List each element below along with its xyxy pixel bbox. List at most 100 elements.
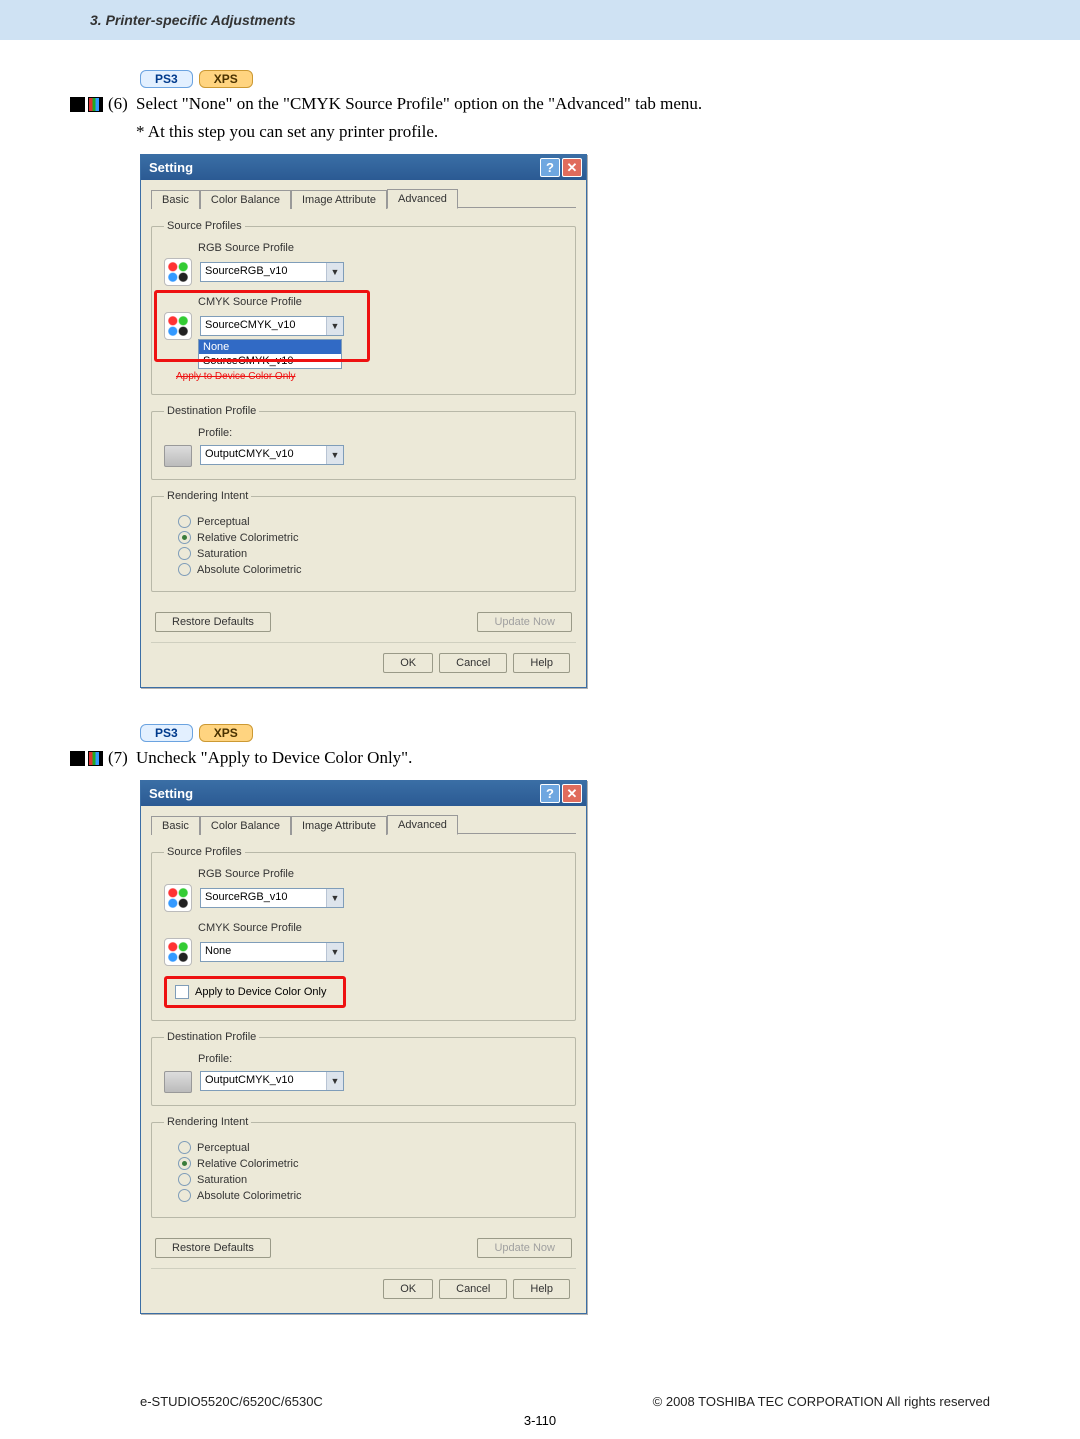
ok-button[interactable]: OK (383, 1279, 433, 1299)
footer-right: © 2008 TOSHIBA TEC CORPORATION All right… (653, 1394, 990, 1409)
radio-perceptual[interactable]: Perceptual (178, 1141, 563, 1154)
printer-icon (164, 1071, 192, 1093)
color-stripes-icon (88, 751, 103, 766)
radio-saturation[interactable]: Saturation (178, 1173, 563, 1186)
step-6-note: * At this step you can set any printer p… (136, 122, 990, 142)
apply-device-color-label: Apply to Device Color Only (195, 986, 326, 998)
xps-badge: XPS (199, 70, 253, 88)
footer-left: e-STUDIO5520C/6520C/6530C (140, 1394, 323, 1409)
dialog-title: Setting (149, 786, 193, 801)
page-content: PS3 XPS (6) Select "None" on the "CMYK S… (0, 40, 1080, 1344)
restore-defaults-button[interactable]: Restore Defaults (155, 612, 271, 632)
radio-saturation[interactable]: Saturation (178, 547, 563, 560)
step-number: (6) (108, 94, 136, 114)
help-icon[interactable]: ? (540, 158, 560, 177)
close-icon[interactable]: ✕ (562, 784, 582, 803)
destination-profile-select[interactable]: OutputCMYK_v10 ▼ (200, 445, 344, 465)
rendering-intent-group: Rendering Intent Perceptual Relative Col… (151, 1116, 576, 1218)
source-profiles-legend: Source Profiles (164, 220, 245, 232)
dropdown-item-sourcecmyk[interactable]: SourceCMYK_v10 (199, 354, 341, 368)
rgb-profile-icon (164, 258, 192, 286)
tab-color-balance[interactable]: Color Balance (200, 190, 291, 209)
cancel-button[interactable]: Cancel (439, 653, 507, 673)
radio-absolute[interactable]: Absolute Colorimetric (178, 1189, 563, 1202)
tab-color-balance[interactable]: Color Balance (200, 816, 291, 835)
cmyk-label: CMYK Source Profile (198, 296, 563, 308)
radio-absolute[interactable]: Absolute Colorimetric (178, 563, 563, 576)
destination-profile-legend: Destination Profile (164, 1031, 259, 1043)
tab-image-attribute[interactable]: Image Attribute (291, 816, 387, 835)
tab-strip: Basic Color Balance Image Attribute Adva… (151, 188, 576, 208)
help-button[interactable]: Help (513, 653, 570, 673)
black-box-icon (70, 97, 85, 112)
ps3-badge: PS3 (140, 724, 193, 742)
cmyk-dropdown-list[interactable]: None SourceCMYK_v10 (198, 339, 342, 369)
step-icons (70, 97, 108, 112)
help-icon[interactable]: ? (540, 784, 560, 803)
dialog-titlebar: Setting ? ✕ (141, 781, 586, 806)
source-profiles-legend: Source Profiles (164, 846, 245, 858)
cmyk-profile-icon (164, 938, 192, 966)
profile-label: Profile: (198, 1053, 563, 1065)
badge-row-7: PS3 XPS (140, 724, 990, 742)
step-6: (6) Select "None" on the "CMYK Source Pr… (70, 94, 990, 114)
cmyk-source-select[interactable]: SourceCMYK_v10 ▼ (200, 316, 344, 336)
update-now-button: Update Now (477, 612, 572, 632)
page-number: 3-110 (0, 1413, 1080, 1428)
page-footer: e-STUDIO5520C/6520C/6530C © 2008 TOSHIBA… (0, 1394, 1080, 1409)
printer-icon (164, 445, 192, 467)
tab-advanced[interactable]: Advanced (387, 815, 458, 835)
badge-row-6: PS3 XPS (140, 70, 990, 88)
help-button[interactable]: Help (513, 1279, 570, 1299)
update-now-button: Update Now (477, 1238, 572, 1258)
dialog-titlebar: Setting ? ✕ (141, 155, 586, 180)
rgb-label: RGB Source Profile (198, 868, 563, 880)
chevron-down-icon: ▼ (326, 943, 343, 961)
step-text: Uncheck "Apply to Device Color Only". (136, 748, 412, 768)
radio-perceptual[interactable]: Perceptual (178, 515, 563, 528)
chevron-down-icon: ▼ (326, 263, 343, 281)
rendering-intent-legend: Rendering Intent (164, 490, 251, 502)
tab-strip: Basic Color Balance Image Attribute Adva… (151, 814, 576, 834)
tab-basic[interactable]: Basic (151, 190, 200, 209)
tab-advanced[interactable]: Advanced (387, 189, 458, 209)
radio-relative[interactable]: Relative Colorimetric (178, 1157, 563, 1170)
cmyk-profile-icon (164, 312, 192, 340)
chevron-down-icon: ▼ (326, 1072, 343, 1090)
checkbox-icon (175, 985, 189, 999)
chevron-down-icon: ▼ (326, 889, 343, 907)
cancel-button[interactable]: Cancel (439, 1279, 507, 1299)
rgb-source-select[interactable]: SourceRGB_v10 ▼ (200, 262, 344, 282)
xps-badge: XPS (199, 724, 253, 742)
destination-profile-select[interactable]: OutputCMYK_v10 ▼ (200, 1071, 344, 1091)
color-stripes-icon (88, 97, 103, 112)
chevron-down-icon: ▼ (326, 446, 343, 464)
ps3-badge: PS3 (140, 70, 193, 88)
step-7: (7) Uncheck "Apply to Device Color Only"… (70, 748, 990, 768)
rgb-profile-icon (164, 884, 192, 912)
apply-device-color-checkbox[interactable]: Apply to Device Color Only (164, 976, 346, 1008)
dropdown-item-none[interactable]: None (199, 340, 341, 354)
rgb-label: RGB Source Profile (198, 242, 563, 254)
source-profiles-group: Source Profiles RGB Source Profile Sourc… (151, 220, 576, 395)
destination-profile-group: Destination Profile Profile: OutputCMYK_… (151, 405, 576, 480)
step-icons (70, 751, 108, 766)
rgb-source-select[interactable]: SourceRGB_v10 ▼ (200, 888, 344, 908)
header-breadcrumb: 3. Printer-specific Adjustments (0, 0, 1080, 40)
close-icon[interactable]: ✕ (562, 158, 582, 177)
step-number: (7) (108, 748, 136, 768)
restore-defaults-button[interactable]: Restore Defaults (155, 1238, 271, 1258)
chevron-down-icon: ▼ (326, 317, 343, 335)
radio-relative[interactable]: Relative Colorimetric (178, 531, 563, 544)
destination-profile-group: Destination Profile Profile: OutputCMYK_… (151, 1031, 576, 1106)
tab-image-attribute[interactable]: Image Attribute (291, 190, 387, 209)
tab-basic[interactable]: Basic (151, 816, 200, 835)
step-text: Select "None" on the "CMYK Source Profil… (136, 94, 702, 114)
dialog-title: Setting (149, 160, 193, 175)
ok-button[interactable]: OK (383, 653, 433, 673)
rendering-intent-legend: Rendering Intent (164, 1116, 251, 1128)
cmyk-source-select[interactable]: None ▼ (200, 942, 344, 962)
source-profiles-group: Source Profiles RGB Source Profile Sourc… (151, 846, 576, 1021)
apply-strike-text: Apply to Device Color Only (176, 371, 563, 382)
settings-dialog-a: Setting ? ✕ Basic Color Balance Image At… (140, 154, 587, 688)
